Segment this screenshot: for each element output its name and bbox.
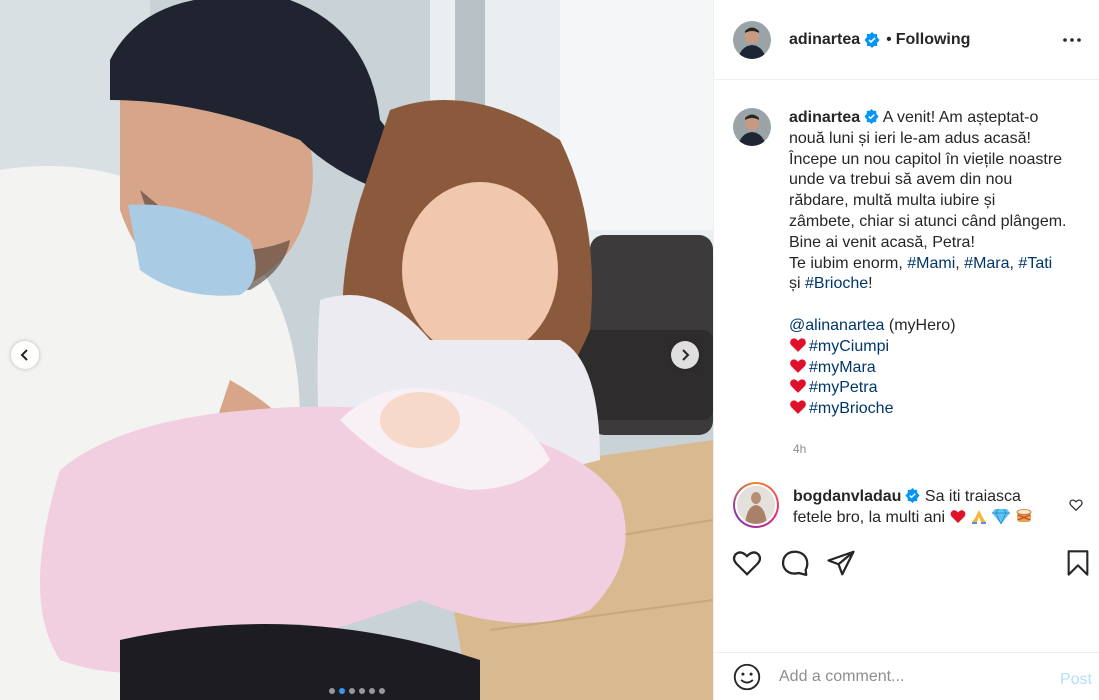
post-caption: adinartea A venit! Am așteptat-o nouă lu… [733, 108, 1093, 420]
add-comment-input[interactable] [779, 667, 1049, 686]
post-comment-button[interactable]: Post [1060, 671, 1092, 689]
commenter-story-ring[interactable] [733, 482, 779, 528]
heart-emoji-icon [950, 510, 965, 523]
carousel-dot [358, 688, 365, 694]
caption-line: Începe un nou capitol în viețile noastre [789, 150, 1063, 168]
commenter-username[interactable]: bogdanvladau [793, 488, 901, 505]
hashtag-link[interactable]: #myCiumpi [809, 338, 889, 355]
verified-badge-icon [864, 31, 880, 48]
like-heart-icon[interactable] [732, 548, 762, 578]
following-button[interactable]: Following [896, 31, 971, 49]
caption-author-avatar[interactable] [733, 108, 771, 146]
carousel-dot [368, 688, 375, 694]
hashtag-link[interactable]: #myPetra [809, 379, 877, 396]
comment-bubble-icon[interactable] [780, 548, 810, 578]
commenter-avatar-image [737, 486, 775, 524]
post-timestamp[interactable]: 4h [793, 442, 806, 456]
carousel-prev-button[interactable] [11, 341, 39, 369]
author-avatar[interactable] [733, 20, 771, 59]
carousel-next-button[interactable] [671, 341, 699, 369]
caption-text-fragment: , [955, 254, 965, 272]
caption-text: adinartea A venit! Am așteptat-o nouă lu… [789, 108, 1089, 420]
caption-username[interactable]: adinartea [789, 109, 860, 126]
verified-badge-icon [864, 109, 879, 124]
carousel-dot [378, 688, 385, 694]
caption-line: unde va trebui să avem din nou [789, 171, 1013, 189]
caption-text-fragment: și [789, 275, 805, 293]
chevron-right-icon [682, 349, 690, 361]
red-heart-emoji-icon [790, 358, 806, 373]
heart-hashtag-line: #myMara [789, 358, 1089, 379]
like-comment-heart-icon[interactable] [1069, 498, 1083, 512]
caption-line: nouă luni și ieri le-am adus acasă! [789, 129, 1031, 147]
heart-hashtag-line: #myPetra [789, 378, 1089, 399]
red-heart-emoji-icon [790, 379, 806, 394]
pray-emoji-icon [971, 509, 986, 524]
follow-separator: • [886, 30, 892, 48]
comment-body: fetele bro, la multi ani [793, 508, 946, 526]
caption-line: răbdare, multă multa iubire și [789, 192, 996, 210]
share-paper-plane-icon[interactable] [826, 548, 856, 578]
post-side-panel: adinartea • Following adinartea A venit!… [713, 0, 1099, 700]
chevron-left-icon [20, 349, 28, 361]
drum-emoji-icon [1016, 508, 1032, 522]
caption-text-fragment: ! [868, 275, 873, 293]
carousel-dot [348, 688, 355, 694]
caption-line: Bine ai venit acasă, Petra! [789, 233, 975, 251]
heart-hashtag-list: #myCiumpi #myMara #myPetra #myBrioche [789, 337, 1089, 420]
hashtag-link[interactable]: #Mami [907, 255, 955, 272]
mention-link[interactable]: @alinanartea [789, 317, 884, 334]
red-heart-emoji-icon [790, 400, 806, 415]
caption-avatar-image [733, 108, 771, 146]
post-action-bar [732, 548, 1092, 580]
hashtag-link[interactable]: #myBrioche [809, 400, 893, 417]
comment-body: Sa iti traiasca [924, 488, 1021, 505]
comment-text: bogdanvladau Sa iti traiasca fetele bro,… [793, 482, 1063, 529]
hashtag-link[interactable]: #Mara [964, 255, 1009, 272]
emoji-smiley-icon[interactable] [733, 663, 761, 691]
carousel-indicator [0, 688, 713, 694]
author-username[interactable]: adinartea [789, 31, 860, 49]
post-header: adinartea • Following [714, 0, 1099, 80]
family-photo-image [0, 0, 713, 700]
commenter-avatar [737, 486, 775, 524]
caption-text-fragment: (myHero) [884, 316, 956, 334]
more-options-icon[interactable] [1062, 30, 1082, 50]
caption-text-fragment: Te iubim enorm, [789, 254, 908, 272]
heart-hashtag-line: #myBrioche [789, 399, 1089, 420]
caption-line: A venit! Am așteptat-o [882, 109, 1039, 126]
verified-badge-icon [905, 488, 920, 503]
post-photo[interactable] [0, 0, 713, 700]
hashtag-link[interactable]: #myMara [809, 359, 876, 376]
heart-hashtag-line: #myCiumpi [789, 337, 1089, 358]
comment-item: bogdanvladau Sa iti traiasca fetele bro,… [733, 482, 1093, 529]
hashtag-link[interactable]: #Brioche [805, 275, 868, 292]
add-comment-bar: Post [714, 652, 1099, 700]
diamond-emoji-icon [992, 508, 1011, 525]
carousel-dot [328, 688, 335, 694]
caption-line: zâmbete, chiar si atunci când plângem. [789, 212, 1067, 230]
save-bookmark-icon[interactable] [1064, 548, 1092, 578]
red-heart-emoji-icon [790, 338, 806, 352]
carousel-dot [338, 688, 345, 694]
hashtag-link[interactable]: #Tati [1018, 255, 1052, 272]
author-avatar-image [733, 20, 771, 59]
